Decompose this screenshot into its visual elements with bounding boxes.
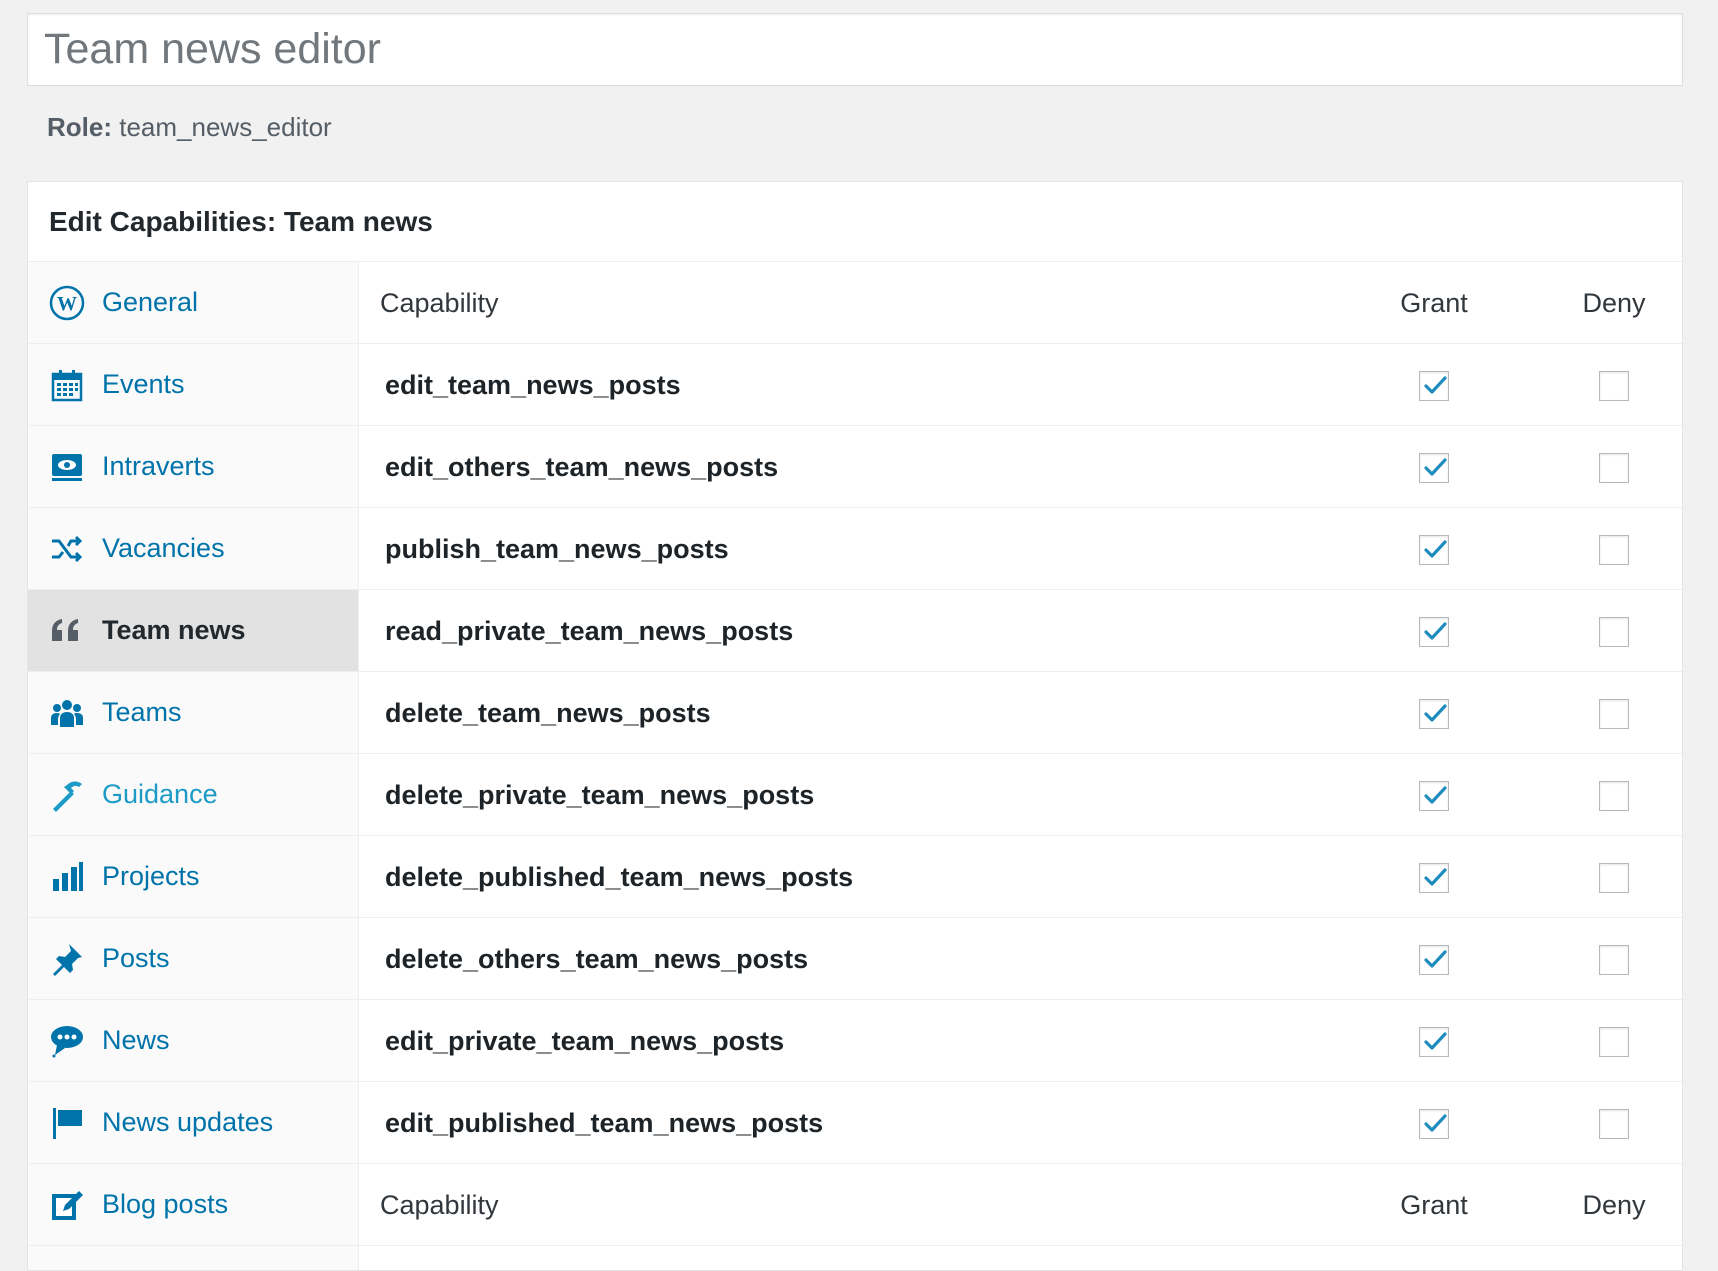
quote-icon: [48, 612, 86, 650]
deny-checkbox[interactable]: [1599, 1109, 1629, 1139]
tab-label: Team news: [102, 615, 246, 645]
table-row: delete_team_news_posts: [359, 672, 1682, 754]
tab-label: News updates: [102, 1107, 274, 1137]
grant-checkbox[interactable]: [1419, 535, 1449, 565]
randomize-icon: [48, 530, 86, 568]
capability-name: edit_team_news_posts: [385, 370, 681, 400]
capability-name: edit_private_team_news_posts: [385, 1026, 785, 1056]
capability-tabs: W General Events Intraverts Vacancies Team ne…: [28, 262, 359, 1270]
tab-general[interactable]: W General: [28, 262, 358, 344]
tab-news[interactable]: News: [28, 1000, 358, 1082]
tab-label: Teams: [102, 697, 182, 727]
table-row: delete_others_team_news_posts: [359, 918, 1682, 1000]
deny-checkbox[interactable]: [1599, 617, 1629, 647]
column-deny: Deny: [1582, 1190, 1646, 1220]
role-value: team_news_editor: [119, 112, 332, 142]
grant-checkbox[interactable]: [1419, 945, 1449, 975]
table-header-row: Capability Grant Deny: [359, 262, 1682, 344]
grant-checkbox[interactable]: [1419, 453, 1449, 483]
tab-label: General: [102, 287, 199, 317]
role-label: Role:: [47, 112, 112, 142]
column-deny: Deny: [1582, 288, 1646, 318]
grant-checkbox[interactable]: [1419, 699, 1449, 729]
capabilities-table: Capability Grant Deny edit_team_news_postse…: [359, 262, 1682, 1270]
capability-name: delete_published_team_news_posts: [385, 862, 854, 892]
pushpin-icon: [48, 940, 86, 978]
grant-checkbox[interactable]: [1419, 371, 1449, 401]
deny-checkbox[interactable]: [1599, 453, 1629, 483]
deny-checkbox[interactable]: [1599, 781, 1629, 811]
tab-blog-posts[interactable]: Blog posts: [28, 1164, 358, 1246]
edit-icon: [48, 1186, 86, 1224]
table-row: delete_published_team_news_posts: [359, 836, 1682, 918]
capability-name: delete_private_team_news_posts: [385, 780, 815, 810]
capability-name: edit_others_team_news_posts: [385, 452, 779, 482]
role-line: Role: team_news_editor: [47, 112, 332, 143]
role-title-input[interactable]: Team news editor: [27, 13, 1683, 86]
tab-label: Projects: [102, 861, 200, 891]
tab-vacancies[interactable]: Vacancies: [28, 508, 358, 590]
capability-name: publish_team_news_posts: [385, 534, 729, 564]
flag-icon: [48, 1104, 86, 1142]
column-capability: Capability: [380, 1190, 499, 1220]
speech-bubble-icon: [48, 1022, 86, 1060]
capability-name: read_private_team_news_posts: [385, 616, 794, 646]
deny-checkbox[interactable]: [1599, 535, 1629, 565]
deny-checkbox[interactable]: [1599, 945, 1629, 975]
deny-checkbox[interactable]: [1599, 863, 1629, 893]
tab-intraverts[interactable]: Intraverts: [28, 426, 358, 508]
table-row: read_private_team_news_posts: [359, 590, 1682, 672]
capabilities-panel: Edit Capabilities: Team news W General Eve…: [27, 181, 1683, 1271]
capability-name: delete_others_team_news_posts: [385, 944, 809, 974]
tab-label: Blog posts: [102, 1189, 229, 1219]
tab-guidance[interactable]: Guidance: [28, 754, 358, 836]
column-capability: Capability: [380, 288, 499, 318]
tab-label: Intraverts: [102, 451, 215, 481]
capability-name: edit_published_team_news_posts: [385, 1108, 824, 1138]
deny-checkbox[interactable]: [1599, 1027, 1629, 1057]
column-grant: Grant: [1400, 1190, 1468, 1220]
tab-label: Events: [102, 369, 185, 399]
tab-teams[interactable]: Teams: [28, 672, 358, 754]
table-row: edit_private_team_news_posts: [359, 1000, 1682, 1082]
grant-checkbox[interactable]: [1419, 1027, 1449, 1057]
tab-label: Posts: [102, 943, 170, 973]
table-row: edit_others_team_news_posts: [359, 426, 1682, 508]
column-grant: Grant: [1400, 288, 1468, 318]
grant-checkbox[interactable]: [1419, 617, 1449, 647]
table-header-row: Capability Grant Deny: [359, 1164, 1682, 1246]
tab-team-news[interactable]: Team news: [28, 590, 358, 672]
panel-heading: Edit Capabilities: Team news: [28, 182, 1682, 262]
tab-news-updates[interactable]: News updates: [28, 1082, 358, 1164]
table-row: publish_team_news_posts: [359, 508, 1682, 590]
grant-checkbox[interactable]: [1419, 1109, 1449, 1139]
capability-name: delete_team_news_posts: [385, 698, 711, 728]
grant-checkbox[interactable]: [1419, 781, 1449, 811]
chart-bar-icon: [48, 858, 86, 896]
table-row: edit_team_news_posts: [359, 344, 1682, 426]
tab-projects[interactable]: Projects: [28, 836, 358, 918]
hammer-icon: [48, 776, 86, 814]
welcome-view-site-icon: [48, 448, 86, 486]
deny-checkbox[interactable]: [1599, 699, 1629, 729]
table-row: edit_published_team_news_posts: [359, 1082, 1682, 1164]
tab-label: News: [102, 1025, 170, 1055]
svg-text:W: W: [57, 293, 77, 315]
deny-checkbox[interactable]: [1599, 371, 1629, 401]
tab-label: Vacancies: [102, 533, 225, 563]
groups-icon: [48, 694, 86, 732]
tab-posts[interactable]: Posts: [28, 918, 358, 1000]
calendar-icon: [48, 366, 86, 404]
tab-events[interactable]: Events: [28, 344, 358, 426]
wordpress-icon: W: [48, 284, 86, 322]
grant-checkbox[interactable]: [1419, 863, 1449, 893]
table-row: delete_private_team_news_posts: [359, 754, 1682, 836]
tab-label: Guidance: [102, 779, 218, 809]
